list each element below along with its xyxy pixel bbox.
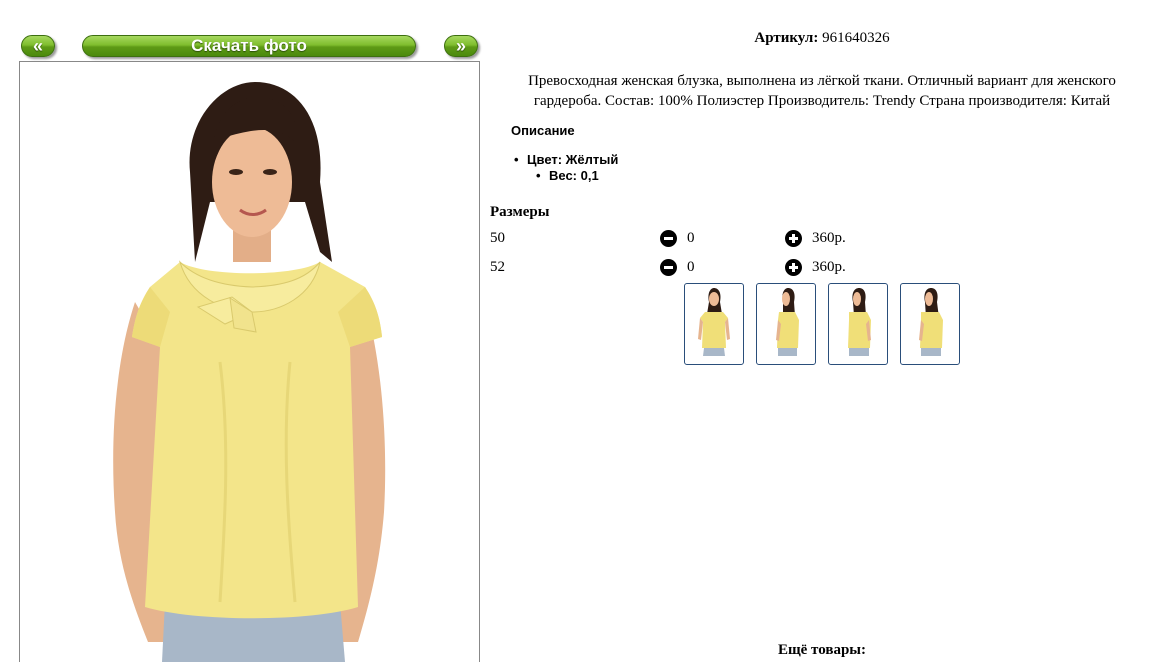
blouse-photo-side-icon <box>919 288 943 356</box>
next-photo-button[interactable]: » <box>444 35 478 57</box>
size-value: 52 <box>490 259 505 275</box>
decrease-quantity-icon[interactable] <box>660 259 677 276</box>
thumbnail-side[interactable] <box>900 283 960 365</box>
properties-heading: Описание <box>511 123 575 138</box>
quantity-value: 0 <box>687 230 695 246</box>
main-product-photo <box>19 61 480 662</box>
download-photo-button[interactable]: Скачать фото <box>82 35 416 57</box>
thumbnail-front[interactable] <box>684 283 744 365</box>
product-description: Превосходная женская блузка, выполнена и… <box>528 73 1116 109</box>
price-value: 360р. <box>812 230 846 246</box>
blouse-photo-side-icon <box>848 288 871 356</box>
more-products-heading: Ещё товары: <box>777 642 867 658</box>
property-weight: Вес: 0,1 <box>533 168 618 184</box>
article-label: Артикул: <box>754 30 819 46</box>
increase-quantity-icon[interactable] <box>785 230 802 247</box>
thumbnail-side[interactable] <box>756 283 816 365</box>
previous-photo-button[interactable]: « <box>21 35 55 57</box>
quantity-value: 0 <box>687 259 695 275</box>
properties-list: Цвет: Жёлтый Вес: 0,1 <box>511 152 618 184</box>
blouse-photo-side-icon <box>776 288 799 356</box>
model-in-yellow-blouse-image <box>113 82 386 662</box>
increase-quantity-icon[interactable] <box>785 259 802 276</box>
blouse-photo-front-icon <box>698 288 730 356</box>
decrease-quantity-icon[interactable] <box>660 230 677 247</box>
article-line: Артикул: 961640326 <box>490 30 1154 47</box>
article-value: 961640326 <box>822 30 890 46</box>
sizes-heading: Размеры <box>490 204 550 220</box>
price-value: 360р. <box>812 259 846 275</box>
thumbnail-side[interactable] <box>828 283 888 365</box>
size-value: 50 <box>490 230 505 246</box>
property-color: Цвет: Жёлтый <box>511 152 618 168</box>
